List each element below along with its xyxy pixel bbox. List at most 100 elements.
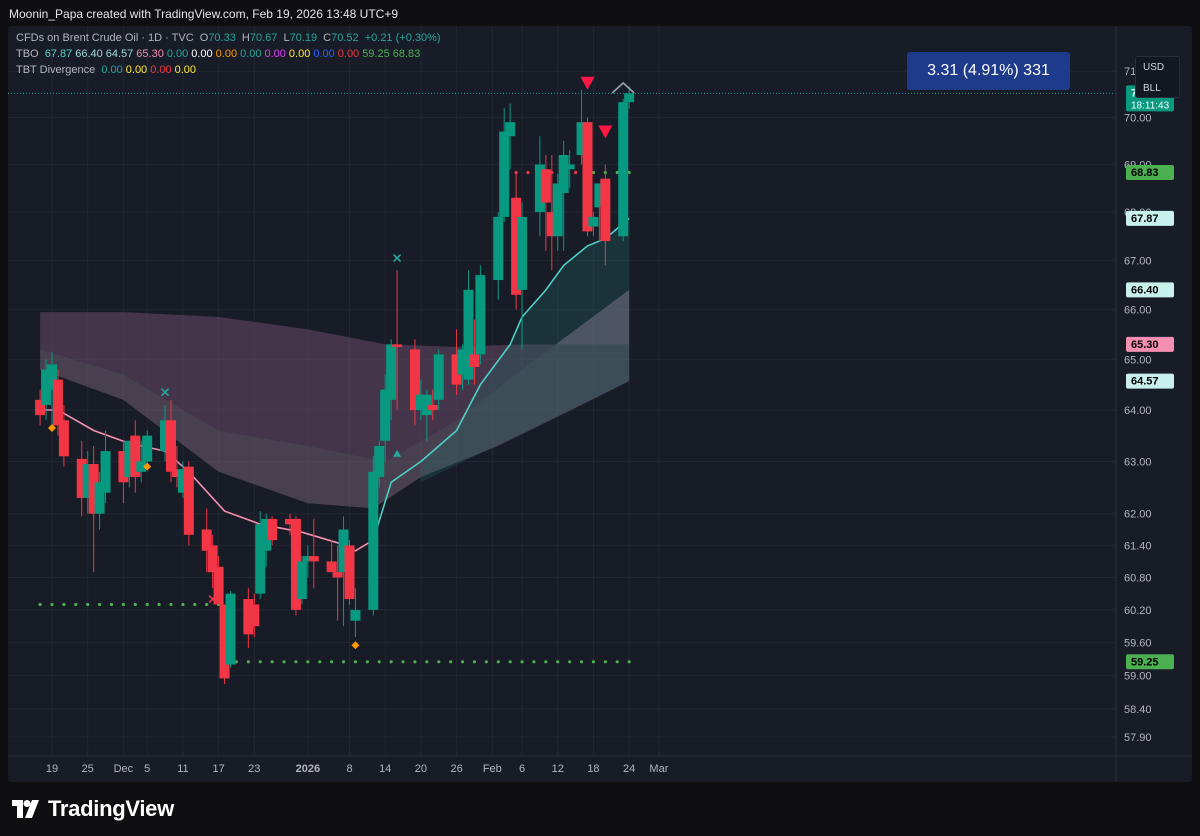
- candle-body-67[interactable]: [582, 122, 593, 232]
- candle-body-54[interactable]: [475, 275, 486, 355]
- candle-body-57[interactable]: [505, 122, 516, 137]
- candle-body-9[interactable]: [100, 451, 111, 493]
- measure-tooltip: 3.31 (4.91%) 331: [907, 52, 1070, 90]
- legend-symbol-title[interactable]: CFDs on Brent Crude Oil · 1D · TVC: [16, 32, 194, 44]
- legend-tbo-value-10: 0.00: [313, 48, 335, 60]
- support-dots-0-dot-3: [74, 602, 78, 607]
- x-tick-label-7: 2026: [296, 763, 320, 775]
- candle-body-39[interactable]: [350, 609, 361, 621]
- resistance-dots-red-dot-0: [514, 170, 518, 175]
- candle-body-56[interactable]: [499, 131, 510, 217]
- price-chart[interactable]: 71.0070.0069.0068.0067.0066.0065.0064.00…: [8, 26, 1192, 782]
- support-dots-1-dot-6: [294, 660, 298, 664]
- candle-body-34[interactable]: [308, 556, 319, 562]
- price-label-2: 67.87: [1131, 213, 1159, 225]
- candle-body-59[interactable]: [517, 216, 528, 290]
- y-tick-label-10: 61.40: [1124, 540, 1152, 552]
- support-dots-1-dot-18: [437, 660, 441, 664]
- price-label-3: 66.40: [1131, 284, 1159, 296]
- legend-tbt-name[interactable]: TBT Divergence: [16, 64, 95, 76]
- y-tick-label-6: 65.00: [1124, 354, 1152, 366]
- support-dots-1-dot-5: [282, 660, 286, 664]
- y-tick-label-9: 62.00: [1124, 509, 1152, 521]
- support-dots-0-dot-14: [205, 602, 209, 607]
- candle-body-65[interactable]: [564, 164, 575, 170]
- legend-tbo-name[interactable]: TBO: [16, 48, 39, 60]
- legend-high-label: H: [241, 32, 250, 44]
- legend-tbo-value-7: 0.00: [240, 48, 262, 60]
- candle-body-43[interactable]: [386, 344, 397, 400]
- candle-body-71[interactable]: [618, 102, 629, 237]
- candle-body-29[interactable]: [267, 518, 278, 541]
- price-label-4: 65.30: [1131, 339, 1159, 351]
- chart-panel[interactable]: 71.0070.0069.0068.0067.0066.0065.0064.00…: [8, 26, 1192, 782]
- candle-body-16[interactable]: [166, 420, 176, 472]
- candle-body-4[interactable]: [58, 420, 69, 457]
- support-dots-1-dot-34: [627, 660, 631, 664]
- tradingview-brand[interactable]: TradingView: [12, 796, 174, 822]
- candle-body-40[interactable]: [368, 471, 379, 610]
- candle-body-22[interactable]: [213, 566, 224, 605]
- candle-body-26[interactable]: [249, 604, 260, 627]
- support-dots-0-dot-1: [50, 602, 54, 607]
- y-tick-label-13: 59.60: [1124, 638, 1152, 650]
- candle-body-35[interactable]: [326, 561, 337, 573]
- candle-body-55[interactable]: [493, 216, 504, 281]
- support-dots-1-dot-31: [591, 660, 596, 664]
- y-tick-label-5: 66.00: [1124, 305, 1152, 317]
- y-tick-label-4: 67.00: [1124, 255, 1152, 267]
- footer: TradingView: [0, 782, 1200, 836]
- x-tick-label-11: 26: [450, 763, 462, 775]
- x-tick-label-3: 5: [144, 763, 150, 775]
- support-dots-1-dot-21: [472, 660, 477, 664]
- legend-change: +0.21 (+0.30%): [364, 32, 441, 44]
- support-dots-1-dot-4: [270, 660, 274, 664]
- candle-body-38[interactable]: [344, 545, 355, 600]
- support-dots-1-dot-15: [401, 660, 405, 664]
- candle-body-32[interactable]: [296, 561, 307, 600]
- candle-body-64[interactable]: [558, 155, 569, 193]
- candle-body-53[interactable]: [469, 354, 480, 367]
- support-dots-0-dot-8: [133, 602, 137, 607]
- x-tick-label-13: 6: [519, 763, 525, 775]
- candle-body-3[interactable]: [52, 379, 63, 426]
- candle-body-36[interactable]: [332, 572, 343, 578]
- candle-body-14[interactable]: [142, 435, 153, 462]
- candle-body-44[interactable]: [392, 344, 403, 347]
- support-dots-1-dot-16: [413, 660, 417, 664]
- currency-unit-selector[interactable]: USD BLL: [1135, 56, 1180, 98]
- support-dots-1-dot-26: [532, 660, 536, 664]
- candle-body-61[interactable]: [540, 169, 551, 203]
- top-bar: Moonin_Papa created with TradingView.com…: [0, 0, 1200, 26]
- support-dots-1-dot-24: [508, 660, 512, 664]
- legend-tbo-value-3: 65.30: [136, 48, 164, 60]
- candle-body-70[interactable]: [600, 178, 611, 242]
- unit-label: BLL: [1143, 83, 1161, 94]
- x-tick-label-10: 20: [415, 763, 427, 775]
- brand-name: TradingView: [48, 796, 174, 821]
- candle-body-48[interactable]: [427, 404, 438, 411]
- legend-tbo-value-5: 0.00: [191, 48, 213, 60]
- support-dots-0-dot-2: [62, 602, 66, 607]
- legend-symbol-line: CFDs on Brent Crude Oil · 1D · TVC O70.3…: [16, 32, 444, 44]
- x-tick-label-4: 11: [177, 763, 188, 775]
- y-tick-label-11: 60.80: [1124, 572, 1152, 584]
- legend-tbo-value-4: 0.00: [166, 48, 189, 60]
- candle-body-68[interactable]: [588, 216, 599, 227]
- x-tick-label-15: 18: [587, 763, 599, 775]
- support-dots-1-dot-14: [389, 660, 393, 664]
- candle-body-19[interactable]: [183, 466, 194, 535]
- legend-tbo-value-1: 66.40: [75, 48, 103, 60]
- legend-tbt-value-2: 0.00: [150, 64, 172, 76]
- legend-low: 70.19: [289, 32, 318, 44]
- candle-body-72[interactable]: [624, 93, 635, 103]
- support-dots-1-dot-9: [330, 660, 334, 664]
- candle-body-24[interactable]: [225, 593, 236, 665]
- author-credit: Moonin_Papa created with TradingView.com…: [9, 7, 399, 21]
- candle-body-41[interactable]: [374, 445, 385, 478]
- legend-high: 70.67: [249, 32, 278, 44]
- support-dots-1-dot-32: [603, 660, 607, 664]
- x-tick-label-0: 19: [46, 763, 58, 775]
- tradingview-logo-icon: [12, 800, 39, 818]
- candle-body-49[interactable]: [433, 354, 444, 400]
